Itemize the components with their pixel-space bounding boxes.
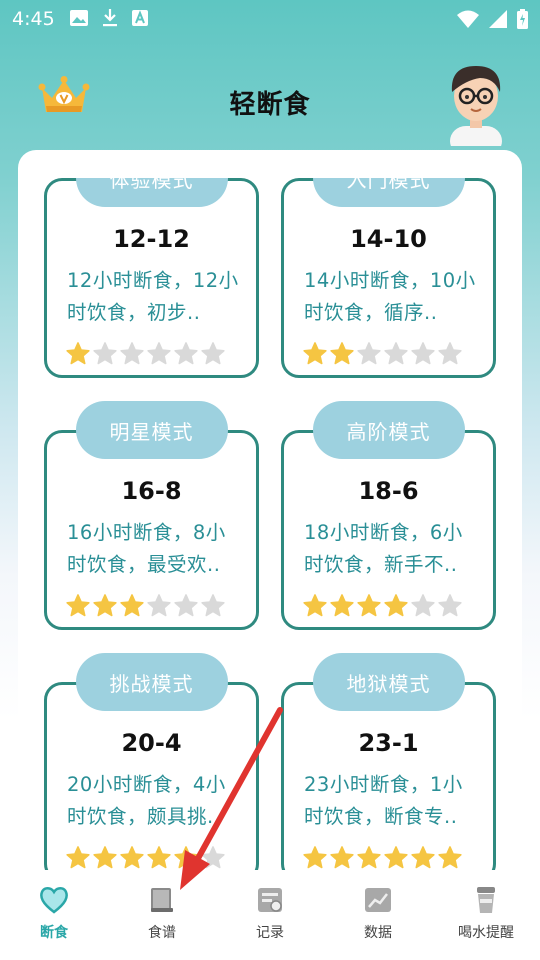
star-icon [66,342,90,365]
star-icon [303,342,327,365]
cup-icon [477,887,495,913]
difficulty-stars [302,341,463,367]
star-icon [330,846,354,869]
star-icon [411,846,435,869]
star-icon [303,594,327,617]
plan-description: 20小时断食，4小时饮食，颇具挑.. [67,773,226,828]
nav-label: 记录 [256,925,284,941]
star-icon [201,594,225,617]
heart-icon [40,887,68,914]
star-icon [120,342,144,365]
nav-item-heart[interactable]: 断食 [0,870,108,960]
difficulty-stars [65,593,226,619]
plan-mode-label: 高阶模式 [312,401,465,459]
difficulty-stars [302,845,463,870]
star-icon [201,846,225,869]
plan-card[interactable]: 入门模式 14-10 14小时断食，10小时饮食，循序.. [281,178,496,378]
star-icon [411,594,435,617]
plan-mode-label: 明星模式 [75,401,228,459]
difficulty-stars [65,845,226,870]
nav-item-record[interactable]: 记录 [216,870,324,960]
star-icon [93,594,117,617]
plan-description: 18小时断食，6小时饮食，新手不.. [304,521,463,576]
nav-label: 断食 [40,925,68,941]
star-icon [438,342,462,365]
star-icon [93,342,117,365]
download-icon [103,9,117,27]
battery-icon [517,9,528,29]
plan-description: 14小时断食，10小时饮食，循序.. [304,269,476,324]
chart-icon [365,888,391,912]
star-icon [357,594,381,617]
plan-ratio: 18-6 [358,477,419,505]
nav-label: 数据 [364,925,392,941]
star-icon [384,846,408,869]
avatar-icon [450,66,502,146]
star-icon [147,594,171,617]
nav-label: 食谱 [148,925,176,941]
star-icon [303,846,327,869]
plan-card[interactable]: 地狱模式 23-1 23小时断食，1小时饮食，断食专.. [281,653,496,870]
star-icon [384,342,408,365]
star-icon [174,594,198,617]
plan-description: 23小时断食，1小时饮食，断食专.. [304,773,463,828]
plan-ratio: 12-12 [113,225,190,253]
star-icon [201,342,225,365]
book-icon [151,888,173,912]
wifi-icon [457,10,479,28]
bottom-nav: 断食 食谱 记录 数据 喝水提醒 [0,870,540,960]
plan-description: 16小时断食，8小时饮食，最受欢.. [67,521,226,576]
plan-ratio: 20-4 [121,729,182,757]
plans-scroll[interactable]: 体验模式 12-12 12小时断食，12小时饮食，初步.. 入门模式 14-10 14小时… [18,178,522,870]
font-icon [132,10,148,26]
avatar[interactable] [436,56,516,146]
signal-icon [489,10,507,28]
nav-item-cup[interactable]: 喝水提醒 [432,870,540,960]
star-icon [438,846,462,869]
plan-card[interactable]: 体验模式 12-12 12小时断食，12小时饮食，初步.. [44,178,259,378]
plan-description: 12小时断食，12小时饮食，初步.. [67,269,239,324]
star-icon [438,594,462,617]
star-icon [174,342,198,365]
plan-ratio: 23-1 [358,729,419,757]
star-icon [330,594,354,617]
plan-mode-label: 体验模式 [75,178,228,207]
plan-mode-label: 挑战模式 [75,653,228,711]
plan-card[interactable]: 明星模式 16-8 16小时断食，8小时饮食，最受欢.. [44,401,259,630]
plan-mode-label: 入门模式 [312,178,465,207]
star-icon [66,846,90,869]
plan-mode-label: 地狱模式 [312,653,465,711]
status-bar: 4:45 [0,0,540,38]
star-icon [384,594,408,617]
star-icon [120,594,144,617]
plan-card[interactable]: 高阶模式 18-6 18小时断食，6小时饮食，新手不.. [281,401,496,630]
difficulty-stars [302,593,463,619]
difficulty-stars [65,341,226,367]
nav-item-book[interactable]: 食谱 [108,870,216,960]
plan-ratio: 14-10 [350,225,427,253]
star-icon [93,846,117,869]
header: 轻断食 [0,60,540,146]
star-icon [174,846,198,869]
star-icon [411,342,435,365]
record-icon [258,888,282,912]
plan-ratio: 16-8 [121,477,182,505]
star-icon [147,846,171,869]
star-icon [147,342,171,365]
plans-panel: 体验模式 12-12 12小时断食，12小时饮食，初步.. 入门模式 14-10 14小时… [18,150,522,870]
status-time: 4:45 [12,8,55,30]
nav-label: 喝水提醒 [458,925,514,941]
star-icon [120,846,144,869]
star-icon [330,342,354,365]
image-icon [70,10,88,26]
star-icon [357,342,381,365]
star-icon [357,846,381,869]
nav-item-chart[interactable]: 数据 [324,870,432,960]
star-icon [66,594,90,617]
plan-card[interactable]: 挑战模式 20-4 20小时断食，4小时饮食，颇具挑.. [44,653,259,870]
